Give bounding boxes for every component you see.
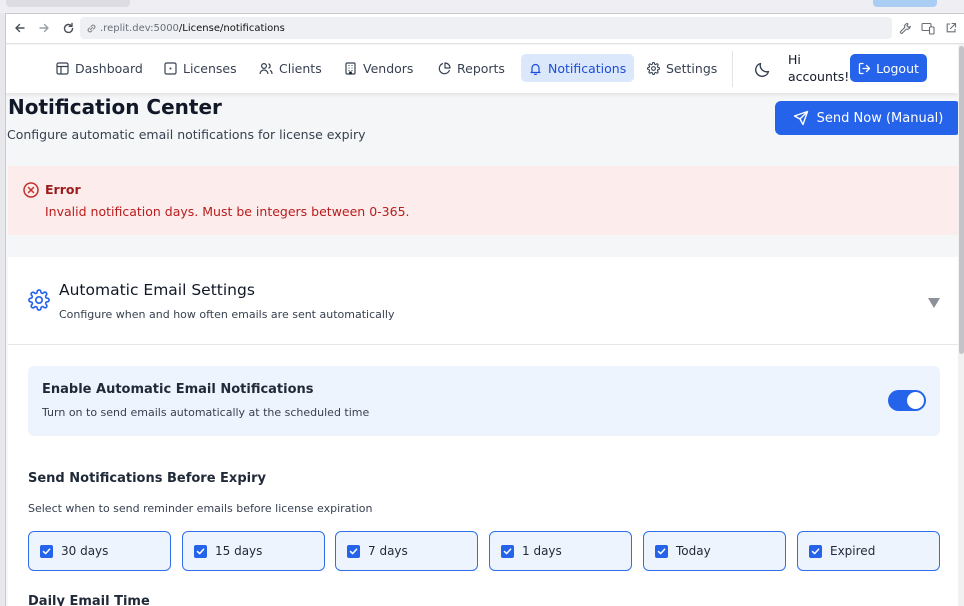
option-today[interactable]: Today <box>643 531 786 571</box>
settings-gear-icon <box>28 289 50 311</box>
expiry-options: 30 days 15 days 7 days 1 days Today Expi… <box>28 531 940 571</box>
checkbox-checked-icon[interactable] <box>347 544 360 558</box>
forward-arrow-icon[interactable] <box>34 18 54 38</box>
user-greeting: Hi accounts! <box>788 52 850 84</box>
checkbox-checked-icon[interactable] <box>655 544 668 558</box>
option-30-days[interactable]: 30 days <box>28 531 171 571</box>
layout-icon <box>56 61 69 75</box>
error-circle-icon <box>22 181 40 199</box>
option-label: 15 days <box>215 544 263 558</box>
square-icon <box>164 61 177 75</box>
nav-item-vendors[interactable]: Vendors <box>336 54 421 82</box>
page-title: Notification Center <box>8 95 222 119</box>
nav-item-licenses[interactable]: Licenses <box>156 54 245 82</box>
option-1-days[interactable]: 1 days <box>489 531 632 571</box>
app-navbar: Dashboard Licenses Clients Vendors Repor… <box>6 45 958 93</box>
error-title: Error <box>45 182 81 197</box>
building-icon <box>345 61 356 75</box>
enable-notifications-panel: Enable Automatic Email Notifications Tur… <box>28 366 940 436</box>
nav-label: Settings <box>666 60 718 76</box>
site-info-icon[interactable] <box>86 23 97 34</box>
nav-item-reports[interactable]: Reports <box>430 54 513 82</box>
scrollbar-thumb[interactable] <box>959 46 964 354</box>
card-header[interactable]: Automatic Email Settings Configure when … <box>8 257 958 345</box>
nav-item-settings[interactable]: Settings <box>639 54 725 82</box>
checkbox-checked-icon[interactable] <box>501 544 514 558</box>
option-15-days[interactable]: 15 days <box>182 531 325 571</box>
pie-chart-icon <box>438 61 451 74</box>
bell-icon <box>530 63 541 75</box>
toggle-knob <box>907 392 924 409</box>
browser-top-strip <box>0 0 964 13</box>
option-label: Today <box>676 544 711 558</box>
option-label: 7 days <box>368 544 408 558</box>
logout-label: Logout <box>876 60 919 76</box>
nav-label: Licenses <box>183 60 237 76</box>
url-path: /License/notifications <box>178 22 285 34</box>
users-icon <box>259 62 273 74</box>
logout-button[interactable]: Logout <box>850 54 927 82</box>
send-now-button[interactable]: Send Now (Manual) <box>775 101 961 135</box>
option-7-days[interactable]: 7 days <box>335 531 478 571</box>
reload-icon[interactable] <box>58 18 78 38</box>
browser-window: .replit.dev:5000/License/notifications D… <box>5 13 964 606</box>
browser-tab[interactable] <box>6 0 130 7</box>
card-subtitle: Configure when and how often emails are … <box>59 308 395 321</box>
enable-subtitle: Turn on to send emails automatically at … <box>42 406 370 419</box>
send-icon <box>793 110 808 126</box>
address-bar: .replit.dev:5000/License/notifications <box>6 14 964 44</box>
daily-email-time-title: Daily Email Time <box>28 594 150 606</box>
nav-label: Clients <box>279 60 322 76</box>
nav-label: Vendors <box>363 60 414 76</box>
option-label: 30 days <box>61 544 109 558</box>
caret-down-icon[interactable] <box>927 294 941 308</box>
enable-title: Enable Automatic Email Notifications <box>42 382 314 397</box>
wrench-icon[interactable] <box>897 20 913 36</box>
url-host: .replit.dev:5000 <box>100 22 179 34</box>
nav-label: Reports <box>457 60 505 76</box>
nav-label: Dashboard <box>75 60 143 76</box>
back-arrow-icon[interactable] <box>10 18 30 38</box>
checkbox-checked-icon[interactable] <box>809 544 822 558</box>
nav-item-notifications[interactable]: Notifications <box>521 54 635 82</box>
nav-item-dashboard[interactable]: Dashboard <box>48 54 151 82</box>
option-label: 1 days <box>522 544 562 558</box>
automatic-email-settings-card: Automatic Email Settings Configure when … <box>8 257 958 606</box>
send-now-label: Send Now (Manual) <box>816 110 944 126</box>
checkbox-checked-icon[interactable] <box>194 544 207 558</box>
browser-top-button[interactable] <box>873 0 937 7</box>
logout-icon <box>858 62 871 74</box>
url-field[interactable]: .replit.dev:5000/License/notifications <box>80 17 892 39</box>
enable-toggle[interactable] <box>888 390 926 411</box>
moon-icon[interactable] <box>752 59 772 79</box>
devices-icon[interactable] <box>920 20 936 36</box>
error-alert: Error Invalid notification days. Must be… <box>8 166 958 235</box>
open-external-icon[interactable] <box>943 20 959 36</box>
card-title: Automatic Email Settings <box>59 281 255 299</box>
option-expired[interactable]: Expired <box>797 531 940 571</box>
gear-icon <box>647 61 660 75</box>
nav-divider <box>732 51 733 87</box>
checkbox-checked-icon[interactable] <box>40 544 53 558</box>
before-expiry-title: Send Notifications Before Expiry <box>28 471 266 486</box>
nav-item-clients[interactable]: Clients <box>251 54 330 82</box>
nav-label: Notifications <box>548 60 627 76</box>
error-message: Invalid notification days. Must be integ… <box>45 204 410 219</box>
option-label: Expired <box>830 544 876 558</box>
before-expiry-subtitle: Select when to send reminder emails befo… <box>28 502 373 515</box>
page-subtitle: Configure automatic email notifications … <box>7 127 366 142</box>
